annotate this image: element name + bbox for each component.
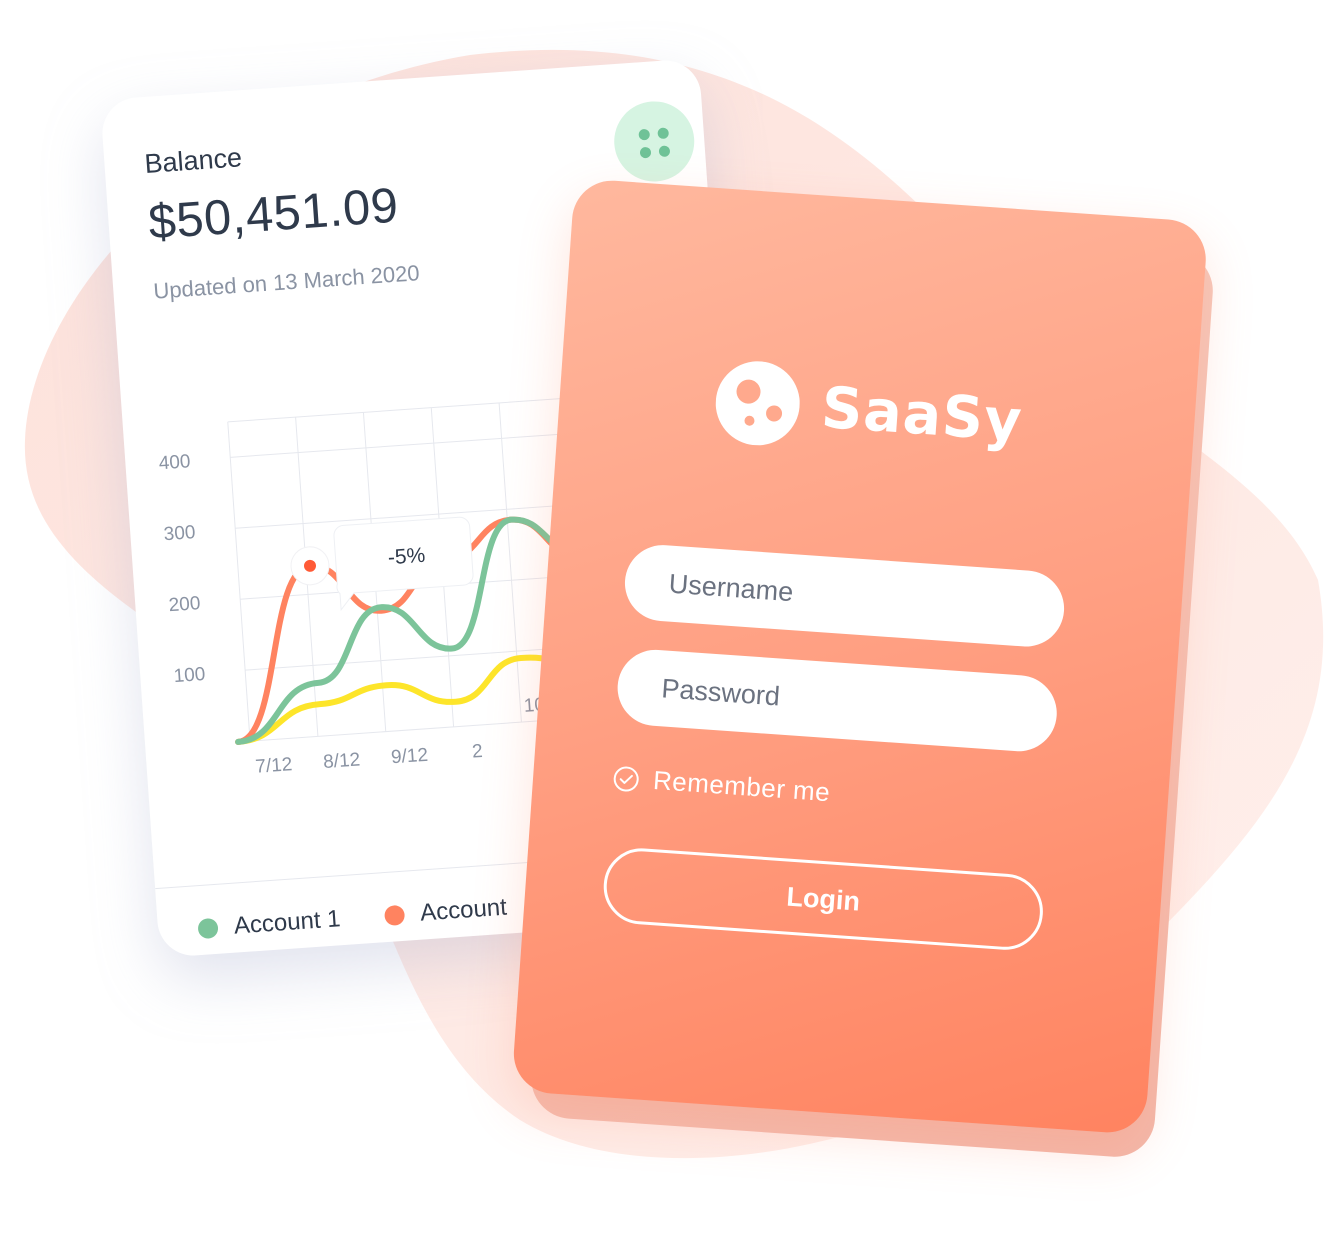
password-field[interactable] [615, 647, 1060, 754]
legend-dot-account-2 [383, 904, 406, 927]
chart-legend: Account 1 Account [197, 894, 508, 944]
y-tick-label: 200 [168, 593, 201, 616]
login-card: SaaSy Remember me Login [511, 178, 1209, 1136]
legend-item-account-1: Account 1 [197, 905, 341, 943]
x-tick-label: 9/12 [390, 745, 428, 769]
tooltip-text: -5% [387, 544, 426, 570]
x-tick-label: 7/12 [255, 754, 293, 778]
brand-logo: SaaSy [713, 358, 1025, 463]
x-tick-label: 8/12 [323, 749, 361, 773]
remember-me-label: Remember me [652, 764, 832, 808]
username-field[interactable] [622, 542, 1067, 650]
legend-item-account-2: Account [383, 893, 508, 930]
remember-me-checkbox[interactable]: Remember me [612, 762, 831, 808]
check-circle-icon [613, 766, 639, 792]
legend-label: Account [419, 893, 508, 927]
grid-line-vertical [227, 421, 251, 742]
y-tick-label: 100 [173, 664, 206, 687]
hero-illustration: Balance $50,451.09 Updated on 13 March 2… [0, 0, 1326, 1258]
saasy-logo-icon [715, 361, 800, 446]
y-tick-label: 300 [163, 522, 196, 545]
legend-label: Account 1 [233, 905, 342, 940]
y-tick-label: 400 [158, 451, 191, 474]
brand-name: SaaSy [819, 374, 1025, 455]
grid-line-vertical [498, 402, 522, 723]
x-tick-label: 2 [471, 741, 483, 763]
login-button[interactable]: Login [601, 845, 1046, 953]
legend-dot-account-1 [197, 917, 219, 940]
